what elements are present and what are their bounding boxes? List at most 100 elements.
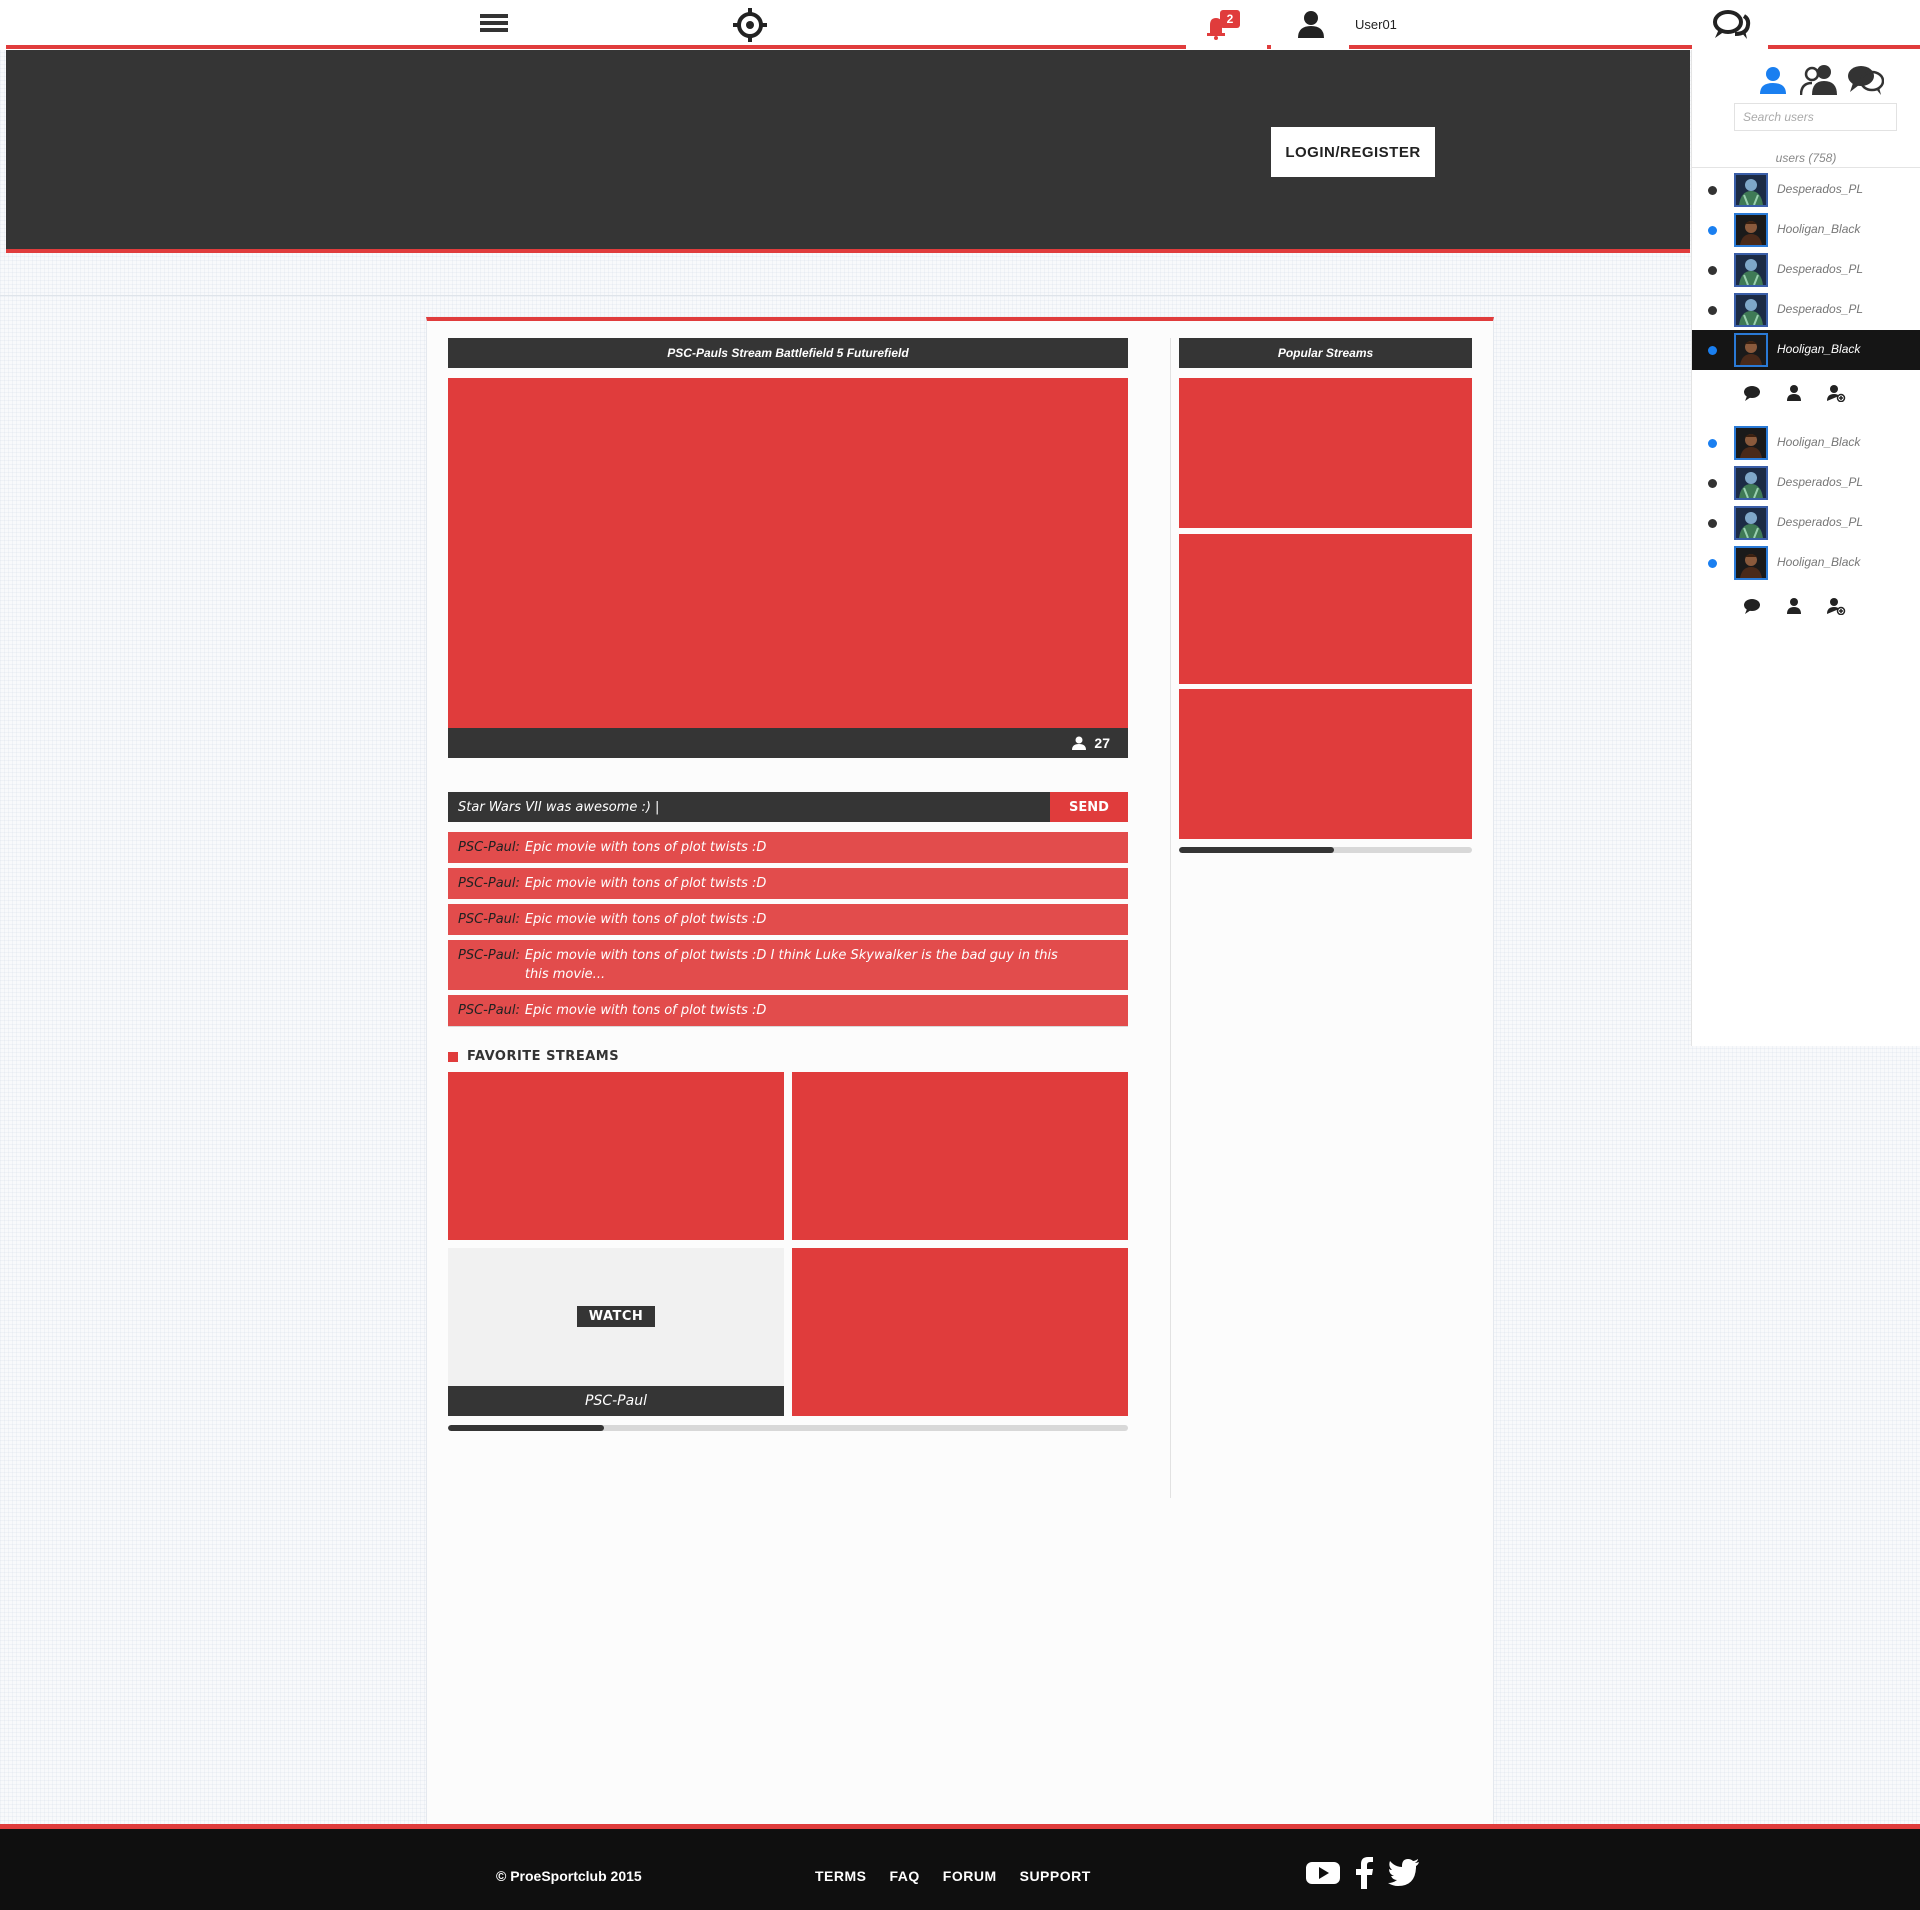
avatar: [1734, 466, 1768, 500]
favorites-scrollbar[interactable]: [448, 1425, 1128, 1431]
user-list-item[interactable]: Desperados_PL: [1692, 290, 1920, 330]
column-divider: [1170, 338, 1171, 1498]
user-name: Hooligan_Black: [1777, 435, 1861, 449]
avatar: [1734, 253, 1768, 287]
chat-bubbles-icon[interactable]: [1846, 62, 1884, 98]
favorite-stream-tile-hover[interactable]: WATCH PSC-Paul: [448, 1248, 784, 1416]
chat-text: Epic movie with tons of plot twists :D I…: [524, 948, 1058, 982]
crosshair-icon[interactable]: [733, 8, 767, 42]
top-bar: [0, 0, 1920, 50]
chat-author[interactable]: PSC-Paul:: [458, 838, 520, 857]
offline-status-dot: [1708, 519, 1717, 528]
divider: [1692, 167, 1920, 168]
top-bar-accent-line: [1768, 45, 1920, 49]
offline-status-dot: [1708, 266, 1717, 275]
group-users-icon[interactable]: [1800, 62, 1838, 98]
footer-link-forum[interactable]: FORUM: [943, 1868, 997, 1884]
user-name: Hooligan_Black: [1777, 222, 1861, 236]
chat-text: Epic movie with tons of plot twists :D: [524, 912, 767, 927]
favorite-stream-tile[interactable]: [792, 1072, 1128, 1240]
user-name: Desperados_PL: [1777, 262, 1864, 276]
stream-info-bar: 27: [448, 728, 1128, 758]
user-actions: [1742, 597, 1846, 616]
user-list-item[interactable]: Desperados_PL: [1692, 170, 1920, 210]
user-name: Desperados_PL: [1777, 182, 1864, 196]
twitter-icon[interactable]: [1388, 1859, 1420, 1892]
favorite-stream-tile[interactable]: [448, 1072, 784, 1240]
single-user-icon[interactable]: [1754, 62, 1792, 98]
chat-author[interactable]: PSC-Paul:: [458, 1001, 520, 1020]
chat-author[interactable]: PSC-Paul:: [458, 874, 520, 893]
chat-text: Epic movie with tons of plot twists :D: [524, 840, 767, 855]
user-list-item[interactable]: Hooligan_Black: [1692, 210, 1920, 250]
avatar: [1734, 213, 1768, 247]
footer-link-terms[interactable]: TERMS: [815, 1868, 867, 1884]
tile-caption: PSC-Paul: [448, 1386, 784, 1416]
user-name: Desperados_PL: [1777, 302, 1864, 316]
divider: [448, 1026, 1128, 1027]
favorite-stream-tile[interactable]: [792, 1248, 1128, 1416]
footer-link-support[interactable]: SUPPORT: [1020, 1868, 1091, 1884]
scrollbar-thumb[interactable]: [448, 1425, 605, 1431]
top-bar-accent-line: [1267, 45, 1271, 49]
send-button[interactable]: SEND: [1050, 792, 1128, 822]
popular-scrollbar[interactable]: [1179, 847, 1472, 853]
add-friend-icon[interactable]: [1826, 597, 1846, 616]
chat-text: Epic movie with tons of plot twists :D: [524, 1003, 767, 1018]
user-actions: [1742, 384, 1846, 403]
user-list-item[interactable]: Desperados_PL: [1692, 463, 1920, 503]
chat-icon[interactable]: [1742, 597, 1762, 615]
avatar: [1734, 173, 1768, 207]
user-list-item[interactable]: Hooligan_Black: [1692, 330, 1920, 370]
user-name: Hooligan_Black: [1777, 342, 1861, 356]
watch-button[interactable]: WATCH: [577, 1306, 655, 1327]
chat-icon[interactable]: [1742, 384, 1762, 402]
avatar: [1734, 506, 1768, 540]
search-users-input[interactable]: [1734, 103, 1897, 131]
user-list-item[interactable]: Desperados_PL: [1692, 503, 1920, 543]
avatar: [1734, 426, 1768, 460]
user-list-item[interactable]: Desperados_PL: [1692, 250, 1920, 290]
popular-stream-tile[interactable]: [1179, 534, 1472, 684]
chat-bubbles-icon[interactable]: [1711, 8, 1751, 42]
footer-link-faq[interactable]: FAQ: [890, 1868, 920, 1884]
current-username[interactable]: User01: [1355, 17, 1397, 32]
popular-stream-tile[interactable]: [1179, 378, 1472, 528]
add-friend-icon[interactable]: [1826, 384, 1846, 403]
youtube-icon[interactable]: [1306, 1861, 1340, 1890]
avatar: [1734, 293, 1768, 327]
top-bar-accent-line: [6, 45, 1186, 49]
chat-author[interactable]: PSC-Paul:: [458, 910, 520, 929]
chat-message: PSC-Paul: Epic movie with tons of plot t…: [448, 995, 1128, 1026]
popular-streams-title: Popular Streams: [1179, 338, 1472, 368]
chat-message: PSC-Paul: Epic movie with tons of plot t…: [448, 832, 1128, 863]
chat-author[interactable]: PSC-Paul:: [458, 946, 520, 984]
top-bar-accent-line: [1349, 45, 1692, 49]
stream-title: PSC-Pauls Stream Battlefield 5 Futurefie…: [448, 338, 1128, 368]
social-links: [1306, 1857, 1420, 1894]
facebook-icon[interactable]: [1354, 1857, 1374, 1894]
user-name: Desperados_PL: [1777, 515, 1864, 529]
section-title: FAVORITE STREAMS: [467, 1049, 620, 1064]
user-icon[interactable]: [1296, 9, 1326, 39]
online-status-dot: [1708, 346, 1717, 355]
user-list-item[interactable]: Hooligan_Black: [1692, 543, 1920, 583]
scrollbar-thumb[interactable]: [1179, 847, 1335, 853]
online-status-dot: [1708, 559, 1717, 568]
profile-icon[interactable]: [1784, 597, 1804, 615]
login-register-button[interactable]: LOGIN/REGISTER: [1271, 127, 1435, 177]
chat-message: PSC-Paul: Epic movie with tons of plot t…: [448, 904, 1128, 935]
user-list-item[interactable]: Hooligan_Black: [1692, 423, 1920, 463]
stream-player[interactable]: [448, 378, 1128, 728]
notification-badge: 2: [1220, 10, 1240, 28]
favorite-streams-heading: FAVORITE STREAMS: [448, 1049, 619, 1064]
chat-compose: SEND: [448, 792, 1128, 822]
profile-icon[interactable]: [1784, 384, 1804, 402]
sidebar-tabs: [1754, 62, 1884, 98]
footer-links: TERMS FAQ FORUM SUPPORT: [815, 1868, 1091, 1884]
menu-icon[interactable]: [480, 14, 508, 36]
chat-input[interactable]: [448, 792, 1050, 822]
viewer-count: 27: [1094, 735, 1110, 751]
online-status-dot: [1708, 439, 1717, 448]
popular-stream-tile[interactable]: [1179, 689, 1472, 839]
